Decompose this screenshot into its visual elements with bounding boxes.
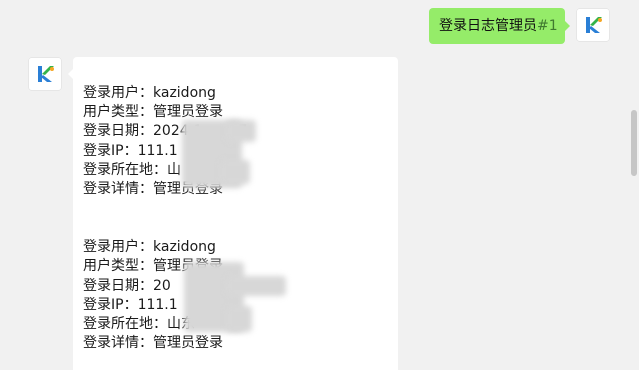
bot-avatar[interactable] <box>28 57 62 91</box>
privacy-blur-overlay <box>226 276 286 296</box>
avatar-logo-icon <box>28 57 62 91</box>
chat-scrollbar-thumb[interactable] <box>631 110 637 176</box>
privacy-blur-overlay <box>226 120 256 142</box>
privacy-blur-overlay <box>226 306 252 332</box>
privacy-blur-overlay <box>220 160 250 184</box>
login-user-line: 登录用户：kazidong <box>83 85 216 101</box>
sent-message-text: 登录日志管理员 <box>439 18 537 34</box>
mention-tag: #1 <box>537 18 558 34</box>
login-detail-line: 登录详情：管理员登录 <box>83 335 223 352</box>
record-spacer <box>83 199 398 238</box>
chat-area: 登录日志管理员#1 登录用户：kazidong 用户类型：管理员登录 登录日期：… <box>0 0 639 370</box>
sent-message-bubble[interactable]: 登录日志管理员#1 <box>429 8 570 44</box>
login-user-line: 登录用户：kazidong <box>83 239 216 256</box>
sender-avatar[interactable] <box>576 8 610 42</box>
avatar-logo-icon <box>576 8 610 42</box>
